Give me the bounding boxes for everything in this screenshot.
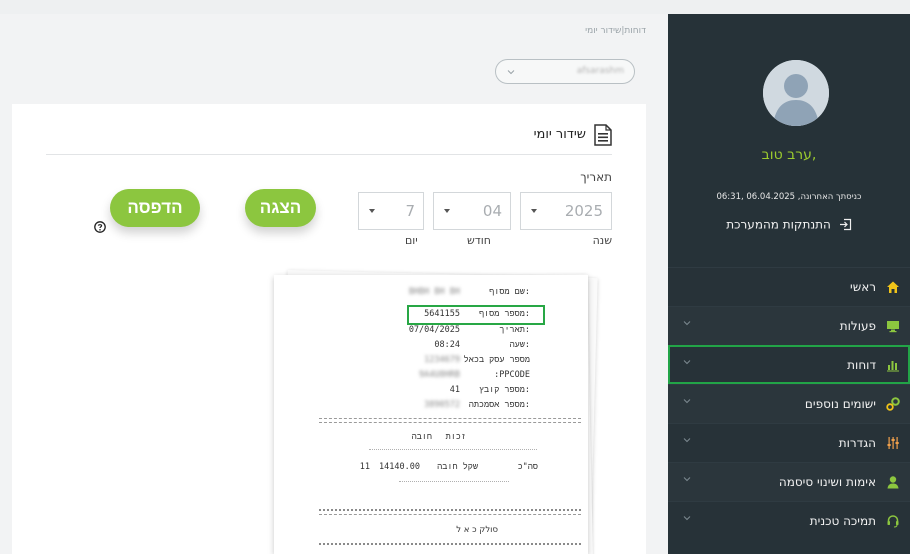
sidebar-item-label: הגדרות <box>838 436 876 450</box>
home-icon <box>886 280 900 294</box>
sidebar-item-tech-support[interactable]: תמיכה טכנית <box>668 501 910 540</box>
receipt-total-type: שקל חובה <box>437 462 478 472</box>
user-icon <box>886 475 900 489</box>
receipt-preview: שם מסוף: BHBH BH BH מספר מסוף: 5641155 ת… <box>274 275 588 554</box>
receipt-value: BHBH BH BH <box>408 287 460 297</box>
receipt-label: תאריך: <box>499 325 530 335</box>
receipt-total-count: 11 <box>359 462 370 472</box>
user-select-value: afsarashm <box>576 66 624 76</box>
receipt-separator <box>369 449 537 450</box>
day-select[interactable]: 7 <box>358 192 424 230</box>
logout-link[interactable]: התנתקות מהמערכת <box>668 217 910 232</box>
sidebar-item-reports[interactable]: דוחות <box>668 345 910 384</box>
receipt-value: 3890572 <box>424 400 460 410</box>
card-title: שידור יומי <box>533 127 586 142</box>
receipt-total-amount: 14140.00 <box>379 462 420 472</box>
sidebar-item-label: ראשי <box>850 280 876 294</box>
chevron-down-icon <box>682 357 692 367</box>
receipt-total-label: סה"כ <box>517 462 538 472</box>
receipt-label: מספר עסק בכאל <box>463 355 530 365</box>
sidebar-item-label: תמיכה טכנית <box>809 514 876 528</box>
report-card: שידור יומי תאריך 2025 04 7 שנה חודש יום … <box>12 104 646 554</box>
sidebar: ערב טוב, כניסתך האחרונה, 06.04.2025 ,06:… <box>668 14 910 554</box>
receipt-separator <box>319 418 581 419</box>
month-label: חודש <box>467 234 491 247</box>
last-login: כניסתך האחרונה, 06.04.2025 ,06:31 <box>716 192 862 202</box>
chevron-down-icon <box>682 435 692 445</box>
print-button[interactable]: הדפסה <box>110 189 200 227</box>
avatar <box>763 60 829 126</box>
receipt-value: 07/04/2025 <box>408 325 460 335</box>
divider <box>46 154 612 155</box>
month-select[interactable]: 04 <box>433 192 511 230</box>
bar-chart-icon <box>886 358 900 372</box>
receipt-clearer: סולק כ א ל <box>456 525 498 535</box>
sidebar-item-auth-password[interactable]: אימות ושינוי סיסמה <box>668 462 910 501</box>
chevron-down-icon <box>682 396 692 406</box>
chevron-down-icon <box>682 318 692 328</box>
headset-icon <box>886 514 900 528</box>
receipt-value: 1234679 <box>424 355 460 365</box>
receipt-separator <box>319 422 581 423</box>
greeting: ערב טוב, <box>761 147 817 163</box>
document-icon <box>594 124 612 146</box>
dropdown-arrow-icon <box>368 207 376 215</box>
receipt-header-debit: חובה <box>411 432 432 442</box>
sidebar-item-label: ישומים נוספים <box>804 397 876 411</box>
sidebar-menu: ראשי פעולות דוחות ישומים נוספים הגדרות א… <box>668 267 910 540</box>
receipt-label: שעה: <box>509 340 530 350</box>
receipt-separator <box>319 543 581 545</box>
receipt-value: 5641155 <box>424 309 460 319</box>
chevron-down-icon <box>682 513 692 523</box>
receipt-label: :PPCODE <box>494 370 530 380</box>
dropdown-arrow-icon <box>443 207 451 215</box>
dropdown-arrow-icon <box>530 207 538 215</box>
help-icon[interactable] <box>94 221 106 233</box>
year-select-value: 2025 <box>564 202 603 220</box>
receipt-label: מספר קובץ: <box>478 385 530 395</box>
receipt-label: שם מסוף: <box>489 287 530 297</box>
receipt-label: מספר מסוף: <box>478 309 530 319</box>
receipt-value: 9A4U8HRB <box>419 370 460 380</box>
day-select-value: 7 <box>405 202 415 220</box>
receipt-separator <box>319 509 581 511</box>
show-button[interactable]: הצגה <box>245 189 316 227</box>
receipt-separator <box>319 514 581 515</box>
gears-icon <box>886 397 900 411</box>
sidebar-item-settings[interactable]: הגדרות <box>668 423 910 462</box>
receipt-label: מספר אסמכתה: <box>468 400 530 410</box>
receipt-value: 08:24 <box>434 340 460 350</box>
year-select[interactable]: 2025 <box>520 192 612 230</box>
logout-icon <box>839 218 852 231</box>
chevron-down-icon <box>506 67 516 77</box>
monitor-icon <box>886 319 900 333</box>
receipt-header-credit: זכות <box>445 432 466 442</box>
user-select[interactable]: afsarashm <box>495 59 635 84</box>
sliders-icon <box>886 436 900 450</box>
year-label: שנה <box>592 234 612 247</box>
receipt-value: 41 <box>449 385 460 395</box>
sidebar-item-actions[interactable]: פעולות <box>668 306 910 345</box>
breadcrumb: דוחות|שידור יומי <box>585 26 646 36</box>
month-select-value: 04 <box>482 202 502 220</box>
sidebar-item-label: אימות ושינוי סיסמה <box>778 475 876 489</box>
sidebar-item-more-apps[interactable]: ישומים נוספים <box>668 384 910 423</box>
main-content: דוחות|שידור יומי afsarashm שידור יומי תא… <box>0 14 668 554</box>
sidebar-item-label: פעולות <box>839 319 876 333</box>
day-label: יום <box>405 234 418 247</box>
sidebar-item-label: דוחות <box>847 358 876 372</box>
receipt-separator <box>399 481 509 482</box>
date-label: תאריך <box>580 170 612 184</box>
sidebar-item-home[interactable]: ראשי <box>668 267 910 306</box>
logout-label: התנתקות מהמערכת <box>726 217 831 232</box>
card-header: שידור יומי <box>472 124 612 146</box>
chevron-down-icon <box>682 474 692 484</box>
